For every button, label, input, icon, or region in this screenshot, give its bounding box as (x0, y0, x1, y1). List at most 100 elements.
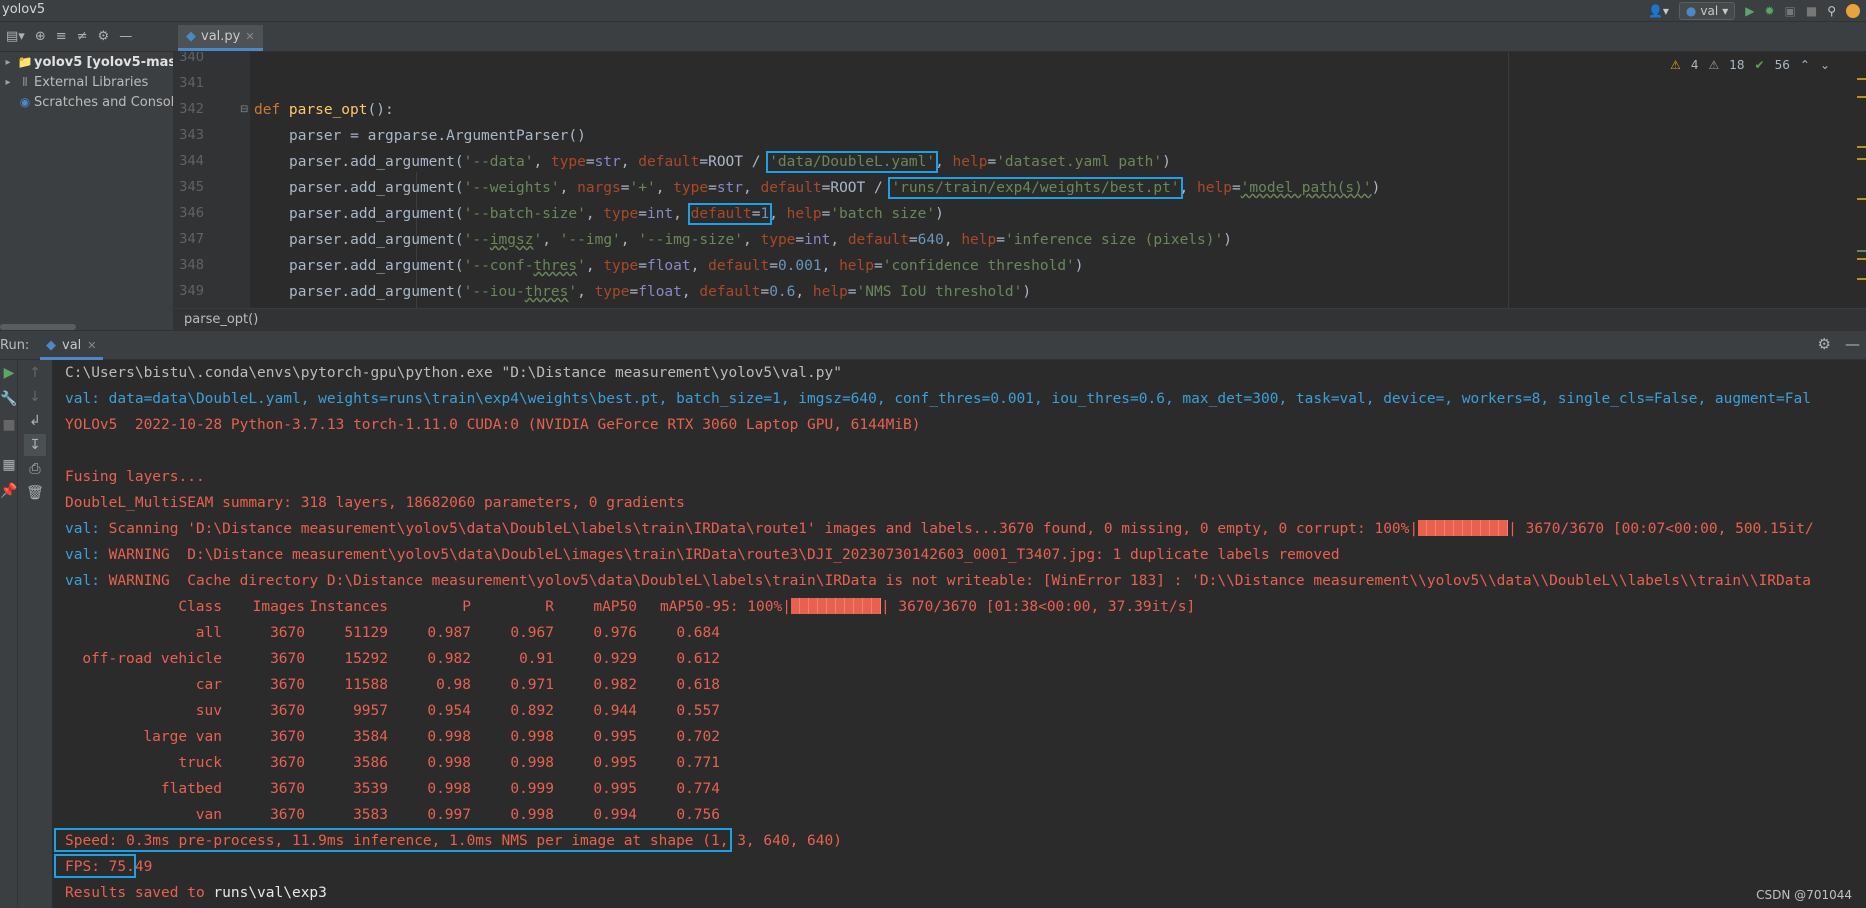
error-stripe-mark[interactable] (1857, 96, 1866, 98)
arrow-down-icon[interactable]: ↓ (24, 386, 46, 408)
run-config-label: val (1700, 4, 1719, 18)
table-cell: 0.684 (676, 625, 720, 641)
stop-icon[interactable]: ■ (1806, 4, 1817, 18)
rerun-icon[interactable]: ▶ (0, 362, 20, 384)
error-stripe-mark[interactable] (1857, 198, 1866, 200)
scroll-to-end-icon[interactable]: ↧ (24, 434, 46, 456)
warning-icon: ⚠ (1670, 58, 1681, 72)
breadcrumb-item[interactable]: parse_opt() (184, 312, 258, 327)
search-icon[interactable]: ⚲ (1827, 4, 1836, 18)
code-editor[interactable]: 340 341 342 343 344 345 346 347 348 349 … (174, 52, 1866, 308)
tree-item-label: External Libraries (34, 74, 149, 90)
gear-icon[interactable]: ⚙ (1818, 335, 1831, 353)
print-icon[interactable]: ⎙ (24, 458, 46, 480)
table-header: P (462, 599, 471, 615)
table-cell: 0.999 (510, 781, 554, 797)
tree-item-scratches[interactable]: ◉ Scratches and Consoles (0, 92, 173, 112)
right-margin-guide (1508, 52, 1509, 308)
results-path[interactable]: runs\val\exp3 (213, 885, 327, 901)
error-stripe-mark[interactable] (1857, 278, 1866, 280)
expand-all-icon[interactable]: ≡ (56, 29, 67, 44)
console-line: val: WARNING Cache directory D:\Distance… (65, 568, 1811, 594)
table-cell: 0.91 (519, 651, 554, 667)
table-cell: 0.982 (427, 651, 471, 667)
arrow-up-icon[interactable]: ↑ (24, 362, 46, 384)
layout-icon[interactable]: ▦ (0, 454, 20, 476)
run-label: Run: (0, 338, 30, 353)
coverage-icon[interactable]: ▣ (1785, 4, 1796, 18)
breadcrumb[interactable]: parse_opt() (174, 308, 1866, 330)
gear-icon[interactable]: ⚙ (98, 29, 110, 44)
table-cell: 0.997 (427, 807, 471, 823)
wrench-icon[interactable]: 🔧 (0, 388, 20, 410)
tab-val-py[interactable]: ◆ val.py ✕ (178, 25, 263, 51)
error-stripe-mark[interactable] (1857, 146, 1866, 148)
trash-icon[interactable]: 🗑 (24, 482, 46, 504)
console-line: DoubleL_MultiSEAM summary: 318 layers, 1… (65, 495, 685, 511)
table-header: Instances (309, 599, 388, 615)
val-prefix: val: (65, 547, 100, 563)
console-line: C:\Users\bistu\.conda\envs\pytorch-gpu\p… (65, 365, 842, 381)
user-icon[interactable]: 👤▾ (1648, 4, 1669, 18)
table-cell: 3670 (270, 651, 305, 667)
table-cell: 3670 (270, 755, 305, 771)
table-cell: 3583 (353, 807, 388, 823)
highlight-speed-box (54, 828, 732, 852)
tree-item-external-libraries[interactable]: ▸ Ⅱ External Libraries (0, 72, 148, 92)
chevron-right-icon[interactable]: ▸ (0, 57, 16, 68)
close-icon[interactable]: ✕ (87, 339, 96, 352)
soft-wrap-icon[interactable]: ↲ (24, 410, 46, 432)
project-root-folder: [yolov5-master (86, 54, 173, 70)
line-number: 344 (179, 154, 204, 169)
close-icon[interactable]: ✕ (245, 30, 254, 43)
code-line-345: parser.add_argument('--weights', nargs='… (289, 177, 1381, 199)
table-cell: 0.702 (676, 729, 720, 745)
val-prefix: val: (65, 573, 100, 589)
code-line-347: parser.add_argument('--imgsz', '--img', … (289, 232, 1232, 248)
run-config-selector[interactable]: ● val ▾ (1678, 2, 1736, 20)
table-cell: 0.998 (510, 729, 554, 745)
project-panel: ▸ 📁 yolov5 [yolov5-master ▸ Ⅱ External L… (0, 52, 174, 330)
chevron-up-icon[interactable]: ⌃ (1800, 58, 1810, 72)
table-cell: 3584 (353, 729, 388, 745)
stop-icon[interactable]: ■ (0, 414, 20, 436)
table-row-class: suv (195, 703, 222, 719)
bug-icon[interactable]: ✹ (1764, 4, 1774, 18)
chevron-down-icon[interactable]: ⌄ (1820, 58, 1830, 72)
locate-icon[interactable]: ⊕ (35, 29, 46, 44)
update-icon[interactable] (1846, 4, 1860, 18)
weak-warning-count: 18 (1729, 58, 1745, 72)
error-stripe-mark[interactable] (1857, 250, 1866, 252)
pin-icon[interactable]: 📌 (0, 480, 20, 502)
python-file-icon: ◆ (186, 29, 196, 44)
play-icon[interactable]: ▶ (1745, 4, 1754, 18)
error-stripe-mark[interactable] (1857, 258, 1866, 260)
table-cell: 3539 (353, 781, 388, 797)
hide-icon[interactable]: — (119, 29, 132, 44)
line-number: 349 (179, 284, 204, 299)
table-cell: 3586 (353, 755, 388, 771)
project-toolbar: ▤▾ ⊕ ≡ ≠ ⚙ — (0, 22, 174, 52)
hide-icon[interactable]: — (1845, 335, 1860, 353)
run-toolbar: ▶ 🔧 ■ ▦ 📌 ↑ ↓ ↲ ↧ ⎙ 🗑 (0, 360, 52, 908)
table-cell: 0.994 (593, 807, 637, 823)
table-cell: 0.976 (593, 625, 637, 641)
weak-warning-icon: ⚠ (1708, 58, 1720, 72)
results-prefix: Results saved to (65, 885, 214, 901)
run-console[interactable]: C:\Users\bistu\.conda\envs\pytorch-gpu\p… (52, 360, 1866, 908)
line-number: 347 (179, 232, 204, 247)
collapse-all-icon[interactable]: ≠ (77, 29, 88, 44)
error-stripe-mark[interactable] (1857, 158, 1866, 160)
error-stripe-mark[interactable] (1857, 78, 1866, 80)
chevron-right-icon[interactable]: ▸ (0, 77, 16, 88)
run-tab-val[interactable]: ◆ val ✕ (40, 333, 103, 360)
val-args: data=data\DoubleL.yaml, weights=runs\tra… (108, 391, 1811, 407)
table-cell: 0.774 (676, 781, 720, 797)
typo-count: 56 (1774, 58, 1790, 72)
scan-rate: | 3670/3670 [00:07<00:00, 500.15it/ (1508, 521, 1814, 537)
library-icon: Ⅱ (22, 75, 28, 89)
inspection-widget[interactable]: ⚠ 4 ⚠ 18 ✔ 56 ⌃ ⌄ (1670, 58, 1830, 72)
project-view-icon[interactable]: ▤▾ (6, 29, 25, 44)
tree-item-project-root[interactable]: ▸ 📁 yolov5 [yolov5-master (0, 52, 173, 72)
fold-icon[interactable]: ⊟ (240, 97, 248, 123)
